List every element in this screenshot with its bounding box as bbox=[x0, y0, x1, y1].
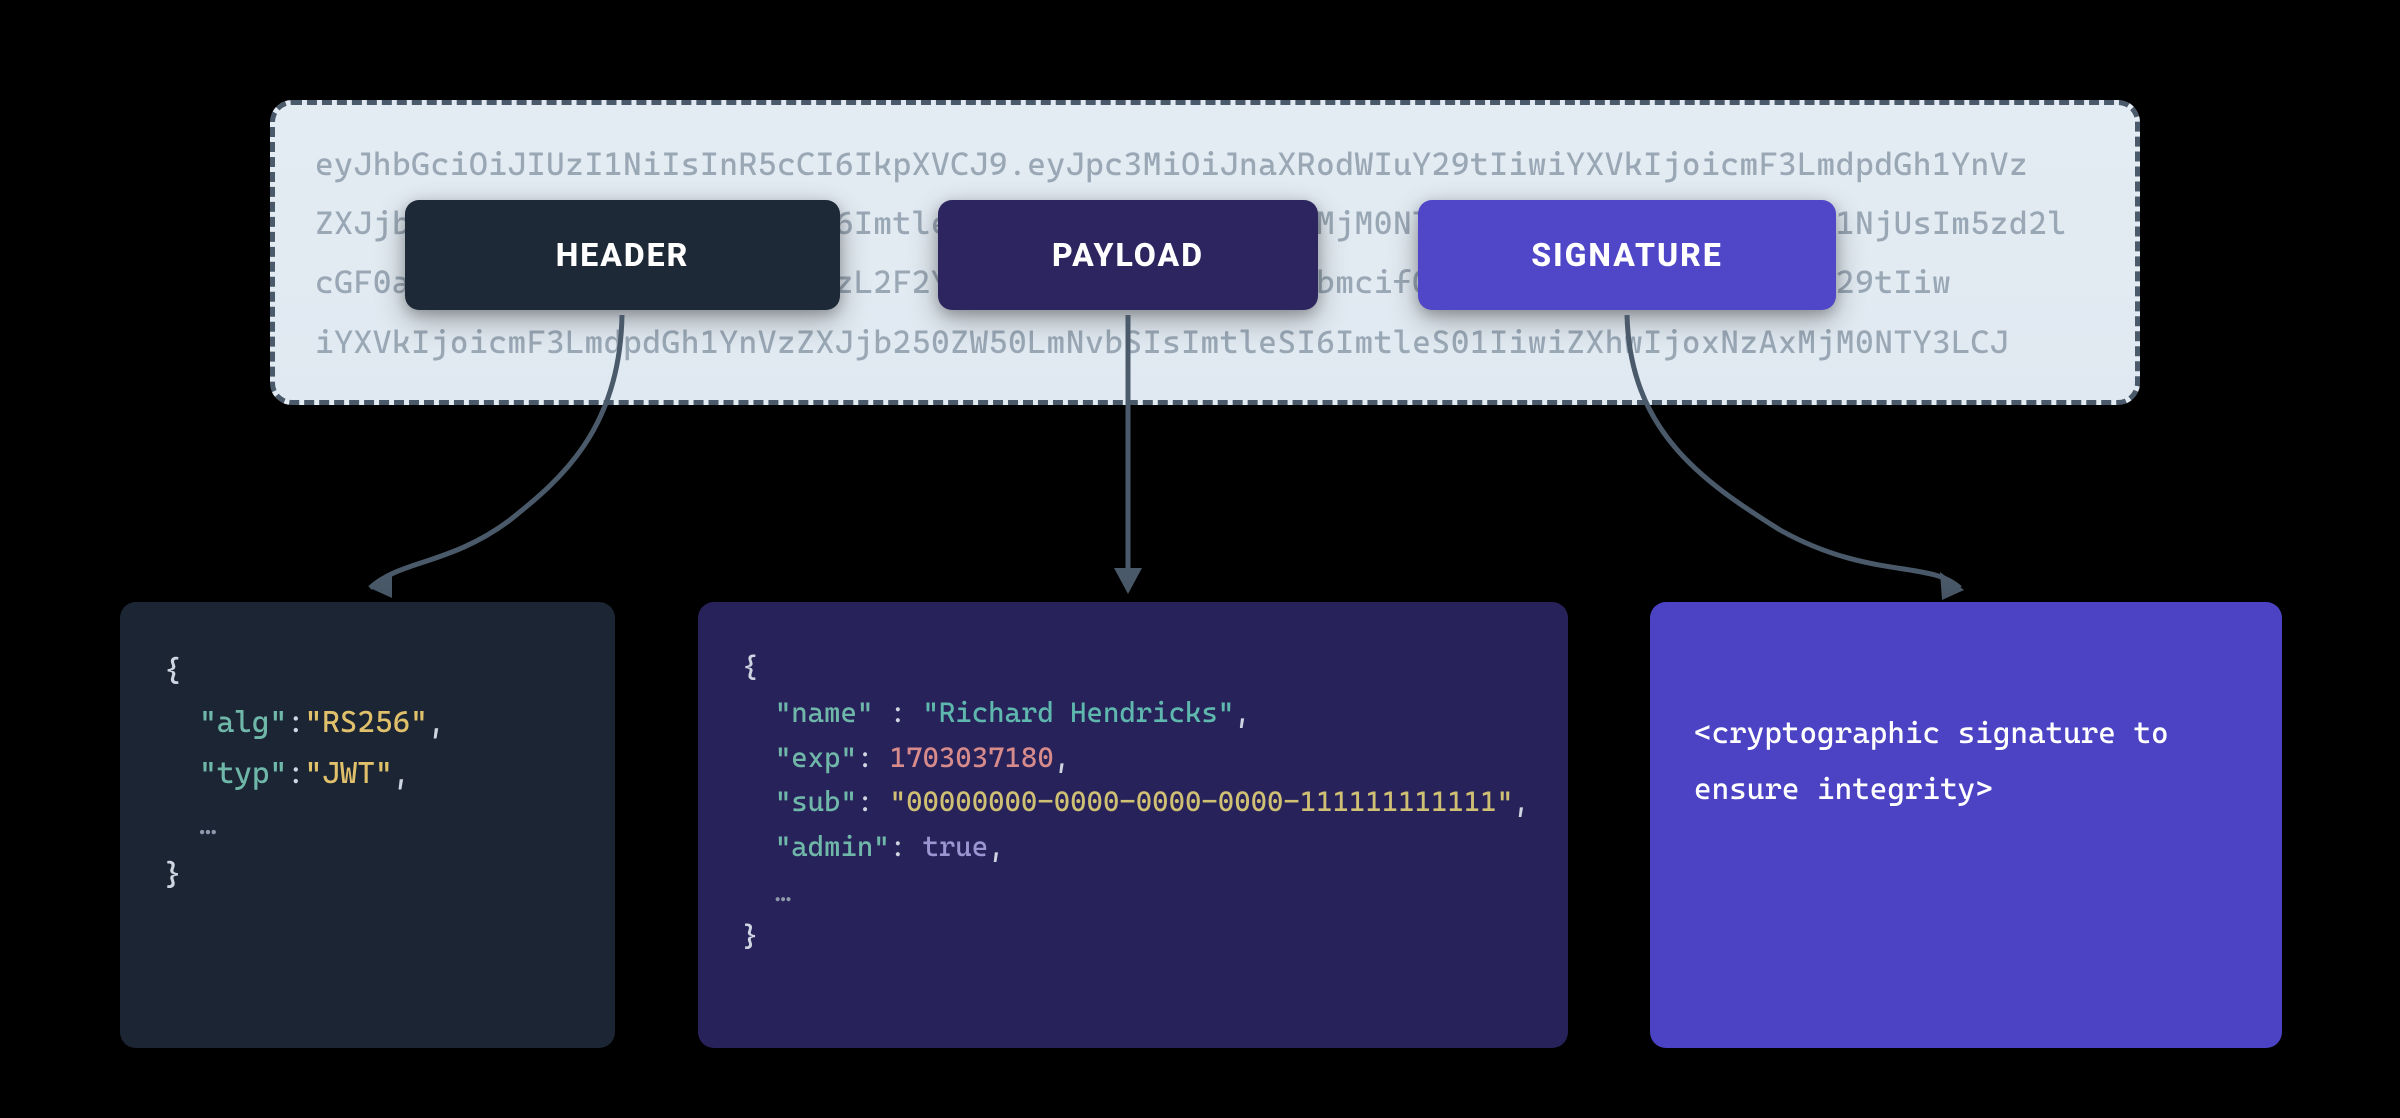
payload-panel: { "name" : "Richard Hendricks", "exp": 1… bbox=[698, 602, 1568, 1048]
payload-chip: PAYLOAD bbox=[938, 200, 1318, 310]
signature-panel: <cryptographic signature to ensure integ… bbox=[1650, 602, 2282, 1048]
header-chip: HEADER bbox=[405, 200, 840, 310]
payload-json: { "name" : "Richard Hendricks", "exp": 1… bbox=[742, 646, 1524, 960]
signature-text: <cryptographic signature to ensure integ… bbox=[1694, 706, 2238, 817]
chip-label: SIGNATURE bbox=[1531, 236, 1723, 274]
chip-label: PAYLOAD bbox=[1052, 236, 1204, 274]
header-panel: { "alg":"RS256", "typ":"JWT", … } bbox=[120, 602, 615, 1048]
token-line: iYXVkIjoicmF3LmdpdGh1YnVzZXJjb250ZW50LmN… bbox=[315, 323, 2009, 361]
header-json: { "alg":"RS256", "typ":"JWT", … } bbox=[164, 646, 571, 901]
signature-chip: SIGNATURE bbox=[1418, 200, 1836, 310]
token-line: eyJhbGciOiJIUzI1NiIsInR5cCI6IkpXVCJ9.eyJ… bbox=[315, 145, 2028, 183]
chip-label: HEADER bbox=[556, 236, 690, 274]
